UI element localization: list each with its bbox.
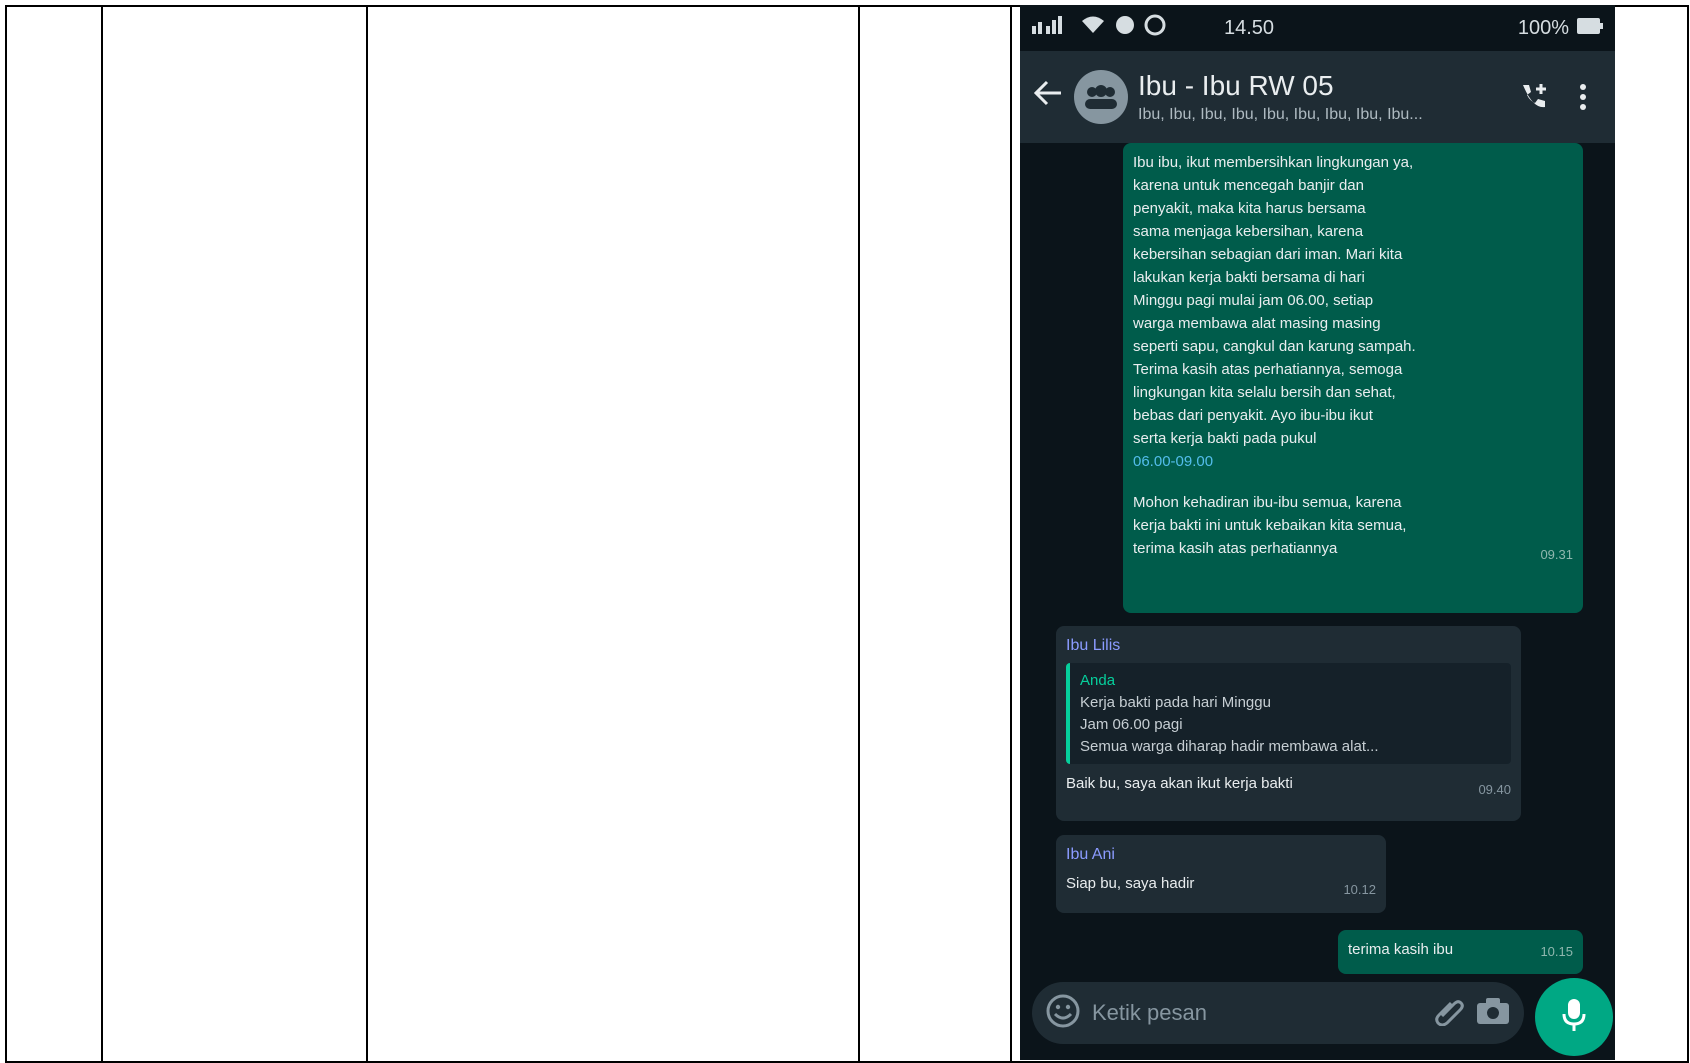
mic-button[interactable] xyxy=(1535,978,1613,1056)
group-avatar[interactable] xyxy=(1074,70,1128,124)
message-time: 09.40 xyxy=(1478,782,1511,797)
message-link[interactable]: 06.00-09.00 xyxy=(1133,450,1573,473)
message-line: Terima kasih atas perhatiannya, semoga xyxy=(1133,361,1403,378)
quoted-line: Jam 06.00 pagi xyxy=(1080,716,1183,733)
message-line: sama menjaga kebersihan, karena xyxy=(1133,223,1364,240)
message-line: penyakit, maka kita harus bersama xyxy=(1133,200,1366,217)
message-line: kebersihan sebagian dari iman. Mari kita xyxy=(1133,246,1403,263)
table-column-divider xyxy=(858,7,860,1061)
table-column-divider xyxy=(1010,7,1012,1061)
battery-percent: 100% xyxy=(1517,16,1569,39)
more-options-icon[interactable] xyxy=(1563,77,1603,117)
message-line: serta kerja bakti pada pukul xyxy=(1133,430,1317,447)
message-line: warga membawa alat masing masing xyxy=(1133,315,1381,332)
quoted-message[interactable]: Anda Kerja bakti pada hari Minggu Jam 06… xyxy=(1066,663,1511,764)
chat-header: Ibu - Ibu RW 05 Ibu, Ibu, Ibu, Ibu, Ibu,… xyxy=(1020,51,1615,143)
back-arrow-icon[interactable] xyxy=(1032,80,1064,114)
message-bubble-incoming[interactable]: Ibu Ani Siap bu, saya hadir 10.12 xyxy=(1056,835,1386,913)
message-line: Minggu pagi mulai jam 06.00, setiap xyxy=(1133,292,1374,309)
message-input[interactable]: Ketik pesan xyxy=(1032,982,1524,1044)
mic-icon xyxy=(1562,998,1586,1037)
chat-title-area[interactable]: Ibu - Ibu RW 05 Ibu, Ibu, Ibu, Ibu, Ibu,… xyxy=(1138,70,1503,124)
attach-icon[interactable] xyxy=(1434,996,1464,1031)
message-line: lakukan kerja bakti bersama di hari xyxy=(1133,269,1365,286)
quoted-sender: Anda xyxy=(1080,672,1116,689)
status-bar: 14.50 100% xyxy=(1020,5,1615,51)
message-text: Baik bu, saya akan ikut kerja bakti xyxy=(1066,775,1293,792)
message-line: terima kasih atas perhatiannya xyxy=(1133,540,1338,557)
chat-participants: Ibu, Ibu, Ibu, Ibu, Ibu, Ibu, Ibu, Ibu, … xyxy=(1138,106,1423,123)
phone-screenshot: 14.50 100% Ibu - Ibu RW 05 Ibu, Ibu, Ibu… xyxy=(1020,5,1615,1060)
message-line: seperti sapu, cangkul dan karung sampah. xyxy=(1133,338,1416,355)
quoted-line: Semua warga diharap hadir membawa alat..… xyxy=(1080,738,1379,755)
message-placeholder: Ketik pesan xyxy=(1092,1000,1207,1025)
emoji-icon[interactable] xyxy=(1046,994,1080,1033)
message-time: 10.15 xyxy=(1540,944,1573,959)
message-time: 10.12 xyxy=(1343,882,1376,897)
wifi-icon xyxy=(1080,15,1106,41)
message-line: karena untuk mencegah banjir dan xyxy=(1133,177,1364,194)
message-list: Ibu ibu, ikut membersihkan lingkungan ya… xyxy=(1020,143,1615,974)
quoted-line: Kerja bakti pada hari Minggu xyxy=(1080,694,1271,711)
whatsapp-icon xyxy=(1144,14,1166,42)
add-call-icon[interactable] xyxy=(1513,77,1553,117)
message-time: 09.31 xyxy=(1540,547,1573,562)
message-bubble-outgoing[interactable]: Ibu ibu, ikut membersihkan lingkungan ya… xyxy=(1123,143,1583,613)
message-bubble-incoming[interactable]: Ibu Lilis Anda Kerja bakti pada hari Min… xyxy=(1056,626,1521,821)
signal-icon xyxy=(1032,16,1072,40)
chat-title: Ibu - Ibu RW 05 xyxy=(1138,70,1334,101)
message-line: kerja bakti ini untuk kebaikan kita semu… xyxy=(1133,517,1407,534)
message-line: Mohon kehadiran ibu-ibu semua, karena xyxy=(1133,494,1402,511)
message-line: Ibu ibu, ikut membersihkan lingkungan ya… xyxy=(1133,154,1414,171)
message-line: lingkungan kita selalu bersih dan sehat, xyxy=(1133,384,1396,401)
sender-name: Ibu Ani xyxy=(1066,846,1115,863)
sender-name: Ibu Lilis xyxy=(1066,637,1121,654)
message-text: Siap bu, saya hadir xyxy=(1066,875,1195,892)
message-line: bebas dari penyakit. Ayo ibu-ibu ikut xyxy=(1133,407,1373,424)
battery-icon xyxy=(1577,17,1603,40)
notification-icon xyxy=(1114,14,1136,42)
message-text: terima kasih ibu xyxy=(1348,941,1454,958)
camera-icon[interactable] xyxy=(1476,997,1510,1030)
table-column-divider xyxy=(101,7,103,1061)
message-input-bar: Ketik pesan xyxy=(1020,964,1615,1060)
status-time: 14.50 xyxy=(1224,16,1275,39)
table-column-divider xyxy=(366,7,368,1061)
